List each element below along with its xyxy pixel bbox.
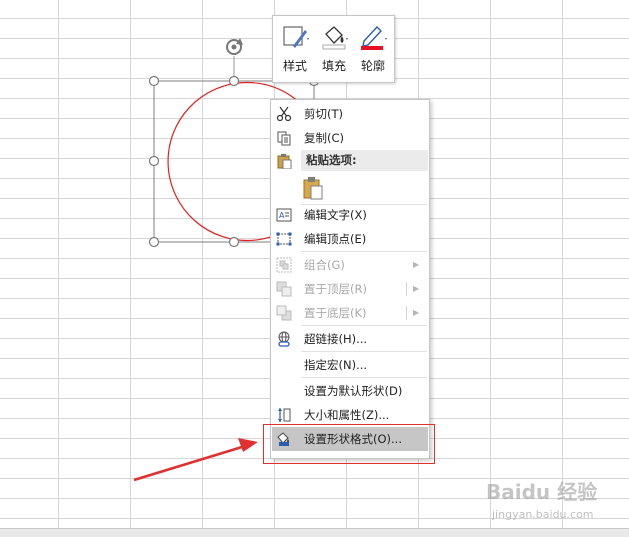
baidu-watermark: Baidu 经验 jingyan.baidu.com bbox=[480, 476, 620, 526]
annotation-arrow-icon bbox=[133, 438, 258, 482]
watermark-text: Baidu 经验 bbox=[486, 480, 598, 504]
watermark-url: jingyan.baidu.com bbox=[492, 508, 594, 521]
